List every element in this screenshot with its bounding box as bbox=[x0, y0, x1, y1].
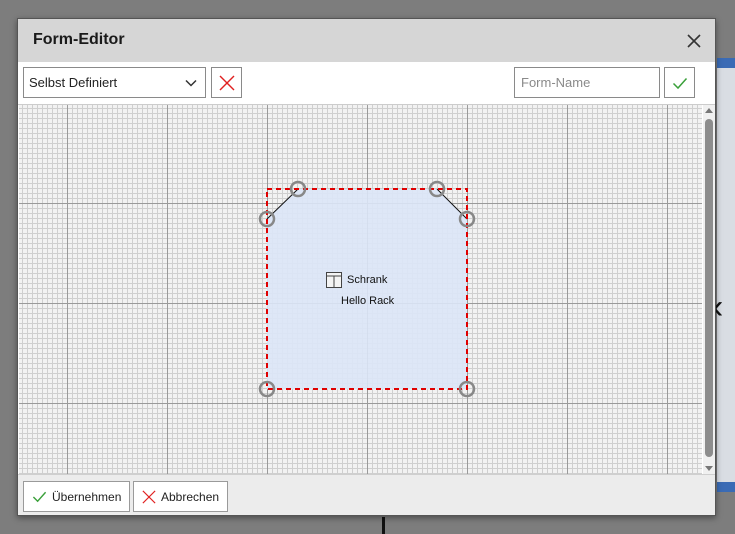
dialog-footer: Übernehmen Abbrechen bbox=[18, 474, 715, 515]
shape-layer bbox=[258, 180, 476, 398]
apply-button-label: Übernehmen bbox=[52, 489, 122, 504]
scrollbar-thumb[interactable] bbox=[705, 119, 713, 457]
form-name-input[interactable] bbox=[514, 67, 660, 98]
scroll-up-icon[interactable] bbox=[705, 108, 713, 113]
dialog-title: Form-Editor bbox=[33, 31, 125, 48]
background-connector-line bbox=[382, 517, 385, 534]
background-panel-edge-top bbox=[717, 58, 735, 68]
apply-button[interactable]: Übernehmen bbox=[23, 481, 131, 512]
shape-canvas[interactable]: Schrank Hello Rack bbox=[19, 105, 702, 474]
close-button[interactable] bbox=[682, 29, 706, 53]
x-icon bbox=[219, 75, 235, 91]
shape-subtitle: Hello Rack bbox=[341, 295, 395, 307]
x-icon bbox=[142, 489, 156, 504]
background-panel-edge-bottom bbox=[717, 482, 735, 492]
dialog-titlebar: Form-Editor bbox=[18, 19, 715, 62]
shape-label-row: Schrank bbox=[326, 272, 387, 288]
shape-type-select-value: Selbst Definiert bbox=[29, 75, 118, 90]
cancel-button-label: Abbrechen bbox=[161, 489, 220, 504]
check-icon bbox=[672, 77, 688, 90]
delete-shape-button[interactable] bbox=[211, 67, 242, 98]
form-editor-dialog: Form-Editor Selbst Definiert Form-Name S… bbox=[17, 18, 716, 516]
close-icon bbox=[687, 34, 701, 48]
scroll-down-icon[interactable] bbox=[705, 466, 713, 471]
background-side-panel bbox=[717, 58, 735, 492]
check-icon bbox=[32, 491, 47, 503]
editor-toolbar: Selbst Definiert bbox=[18, 62, 715, 105]
custom-shape[interactable] bbox=[267, 189, 467, 389]
vertical-scrollbar[interactable] bbox=[703, 105, 715, 474]
confirm-name-button[interactable] bbox=[664, 67, 695, 98]
chevron-down-icon bbox=[185, 79, 197, 87]
shape-type-select[interactable]: Selbst Definiert bbox=[23, 67, 206, 98]
shape-title: Schrank bbox=[347, 274, 388, 286]
cancel-button[interactable]: Abbrechen bbox=[133, 481, 229, 512]
cabinet-icon bbox=[326, 272, 342, 288]
